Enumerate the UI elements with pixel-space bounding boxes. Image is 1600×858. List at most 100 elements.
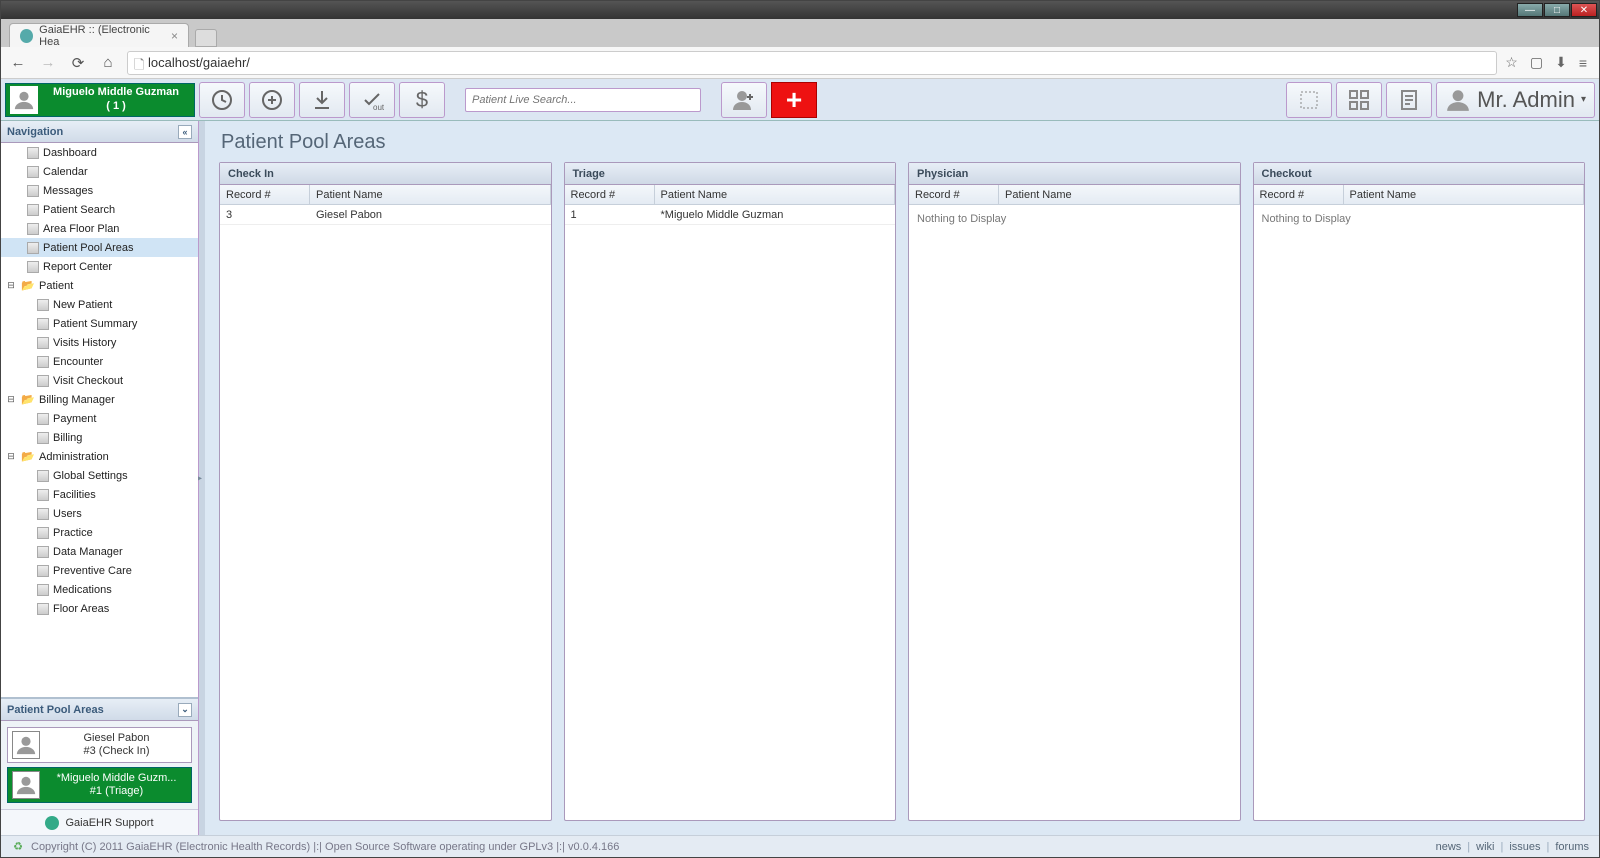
floor-plan-button[interactable]: [1286, 82, 1332, 118]
nav-item-label: Calendar: [43, 166, 88, 178]
column-header-patient[interactable]: Patient Name: [655, 185, 896, 204]
notes-button[interactable]: [1386, 82, 1432, 118]
pool-areas-button[interactable]: [1336, 82, 1382, 118]
window-maximize-icon[interactable]: □: [1544, 3, 1570, 17]
emergency-button[interactable]: +: [771, 82, 817, 118]
tab-close-icon[interactable]: ×: [171, 29, 178, 43]
download-icon[interactable]: ⬇: [1555, 54, 1567, 71]
column-header-record[interactable]: Record #: [909, 185, 999, 204]
browser-urlbar: ← → ⟳ ⌂ 🗋 ☆ ▢ ⬇ ≡: [1, 47, 1599, 79]
pool-panel-toggle-icon[interactable]: ⌄: [178, 703, 192, 717]
nav-item[interactable]: Data Manager: [1, 542, 198, 561]
column-header-patient[interactable]: Patient Name: [1344, 185, 1585, 204]
new-encounter-button[interactable]: [249, 82, 295, 118]
user-menu[interactable]: Mr. Admin ▾: [1436, 82, 1595, 118]
nav-item-label: Users: [53, 508, 82, 520]
nav-item[interactable]: Patient Pool Areas: [1, 238, 198, 257]
nav-item[interactable]: Visit Checkout: [1, 371, 198, 390]
pool-column: CheckoutRecord #Patient NameNothing to D…: [1253, 162, 1586, 821]
footer-link[interactable]: issues: [1509, 841, 1540, 853]
footer-link[interactable]: forums: [1555, 841, 1589, 853]
grid-row[interactable]: 3Giesel Pabon: [220, 205, 551, 225]
active-patient-badge[interactable]: Miguelo Middle Guzman ( 1 ): [5, 83, 195, 117]
window-minimize-icon[interactable]: —: [1517, 3, 1543, 17]
footer-link[interactable]: wiki: [1476, 841, 1494, 853]
collapse-sidebar-icon[interactable]: «: [178, 125, 192, 139]
window-close-icon[interactable]: ✕: [1571, 3, 1597, 17]
menu-icon[interactable]: ≡: [1579, 55, 1587, 71]
nav-item[interactable]: ⊟📂Patient: [1, 276, 198, 295]
nav-item[interactable]: Patient Search: [1, 200, 198, 219]
nav-item[interactable]: Patient Summary: [1, 314, 198, 333]
nav-item[interactable]: Users: [1, 504, 198, 523]
payment-button[interactable]: $: [399, 82, 445, 118]
pool-card[interactable]: *Miguelo Middle Guzm...#1 (Triage): [7, 767, 192, 803]
column-header-patient[interactable]: Patient Name: [999, 185, 1240, 204]
pool-card[interactable]: Giesel Pabon#3 (Check In): [7, 727, 192, 763]
page-icon: [37, 299, 49, 311]
check-out-button[interactable]: out: [349, 82, 395, 118]
nav-item[interactable]: Preventive Care: [1, 561, 198, 580]
forward-icon: →: [37, 52, 59, 74]
history-button[interactable]: [199, 82, 245, 118]
reload-icon[interactable]: ⟳: [67, 52, 89, 74]
nav-item[interactable]: Dashboard: [1, 143, 198, 162]
browser-tab[interactable]: GaiaEHR :: (Electronic Hea ×: [9, 23, 189, 47]
nav-item-label: Facilities: [53, 489, 96, 501]
nav-item[interactable]: Messages: [1, 181, 198, 200]
nav-item[interactable]: New Patient: [1, 295, 198, 314]
nav-item[interactable]: Floor Areas: [1, 599, 198, 618]
check-in-button[interactable]: [299, 82, 345, 118]
support-icon: [45, 816, 59, 830]
pool-panel-title: Patient Pool Areas: [7, 704, 104, 716]
folder-icon: 📂: [21, 393, 35, 407]
add-patient-button[interactable]: [721, 82, 767, 118]
page-icon: [37, 508, 49, 520]
nav-item[interactable]: Calendar: [1, 162, 198, 181]
empty-text: Nothing to Display: [1254, 205, 1585, 233]
column-header-record[interactable]: Record #: [1254, 185, 1344, 204]
nav-item[interactable]: Facilities: [1, 485, 198, 504]
page-icon: [37, 356, 49, 368]
tree-collapse-icon[interactable]: ⊟: [5, 280, 17, 292]
page-icon: [27, 204, 39, 216]
url-input[interactable]: [148, 55, 1490, 70]
nav-item[interactable]: ⊟📂Administration: [1, 447, 198, 466]
back-icon[interactable]: ←: [7, 52, 29, 74]
nav-item[interactable]: ⊟📂Billing Manager: [1, 390, 198, 409]
pool-card-list: Giesel Pabon#3 (Check In) *Miguelo Middle…: [1, 721, 198, 809]
nav-item[interactable]: Medications: [1, 580, 198, 599]
nav-item[interactable]: Payment: [1, 409, 198, 428]
nav-item[interactable]: Global Settings: [1, 466, 198, 485]
tree-collapse-icon[interactable]: ⊟: [5, 394, 17, 406]
nav-item[interactable]: Area Floor Plan: [1, 219, 198, 238]
grid-row[interactable]: 1*Miguelo Middle Guzman: [565, 205, 896, 225]
svg-text:out: out: [373, 103, 384, 112]
page-icon: [37, 432, 49, 444]
device-icon[interactable]: ▢: [1530, 54, 1543, 71]
sidebar-splitter[interactable]: [199, 121, 205, 835]
patient-search-box[interactable]: [465, 88, 701, 112]
sidebar: Navigation « DashboardCalendarMessagesPa…: [1, 121, 199, 835]
column-header-patient[interactable]: Patient Name: [310, 185, 551, 204]
page-icon: [37, 318, 49, 330]
grid-body: Nothing to Display: [909, 205, 1240, 820]
nav-item[interactable]: Report Center: [1, 257, 198, 276]
nav-item-label: Global Settings: [53, 470, 128, 482]
tree-collapse-icon[interactable]: ⊟: [5, 451, 17, 463]
nav-item[interactable]: Billing: [1, 428, 198, 447]
patient-search-input[interactable]: [472, 94, 694, 106]
address-bar[interactable]: 🗋: [127, 51, 1497, 75]
new-tab-button[interactable]: [195, 29, 217, 47]
nav-item[interactable]: Practice: [1, 523, 198, 542]
column-header-record[interactable]: Record #: [220, 185, 310, 204]
support-bar[interactable]: GaiaEHR Support: [1, 809, 198, 835]
nav-item[interactable]: Visits History: [1, 333, 198, 352]
nav-item-label: Report Center: [43, 261, 112, 273]
footer-link[interactable]: news: [1436, 841, 1462, 853]
column-header-record[interactable]: Record #: [565, 185, 655, 204]
bookmark-star-icon[interactable]: ☆: [1505, 54, 1518, 71]
home-icon[interactable]: ⌂: [97, 52, 119, 74]
nav-item[interactable]: Encounter: [1, 352, 198, 371]
pool-column: TriageRecord #Patient Name1*Miguelo Midd…: [564, 162, 897, 821]
